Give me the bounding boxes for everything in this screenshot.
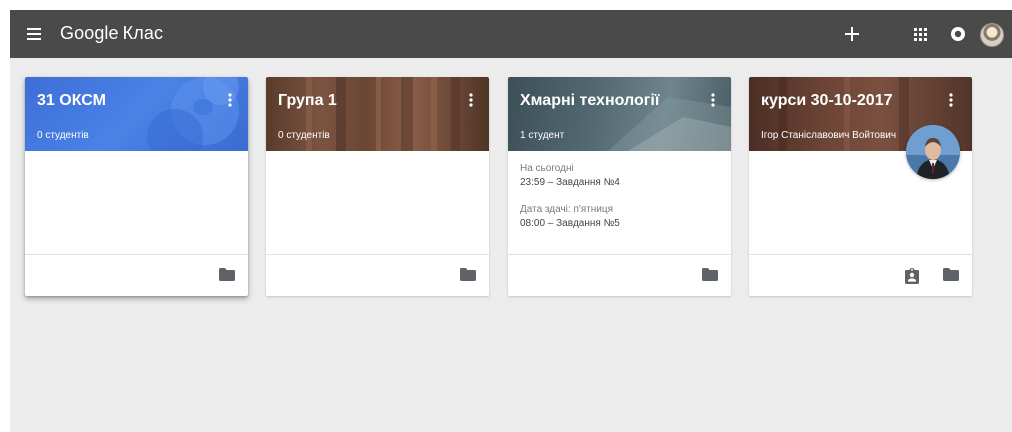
class-folder-button[interactable] xyxy=(219,268,237,284)
class-card-footer xyxy=(508,254,731,296)
more-vert-icon xyxy=(228,93,232,107)
class-card-kursy-30-10-2017: курси 30-10-2017 Ігор Станіславович Войт… xyxy=(749,77,972,296)
menu-icon xyxy=(27,28,41,40)
class-card-footer xyxy=(266,254,489,296)
class-assignments-button[interactable] xyxy=(905,268,923,284)
class-title[interactable]: 31 ОКСМ xyxy=(37,92,106,110)
class-card-grupa-1: Група 1 0 студентів xyxy=(266,77,489,296)
more-vert-icon xyxy=(469,93,473,107)
assignment-ind-icon xyxy=(905,268,919,284)
class-card-header: 31 ОКСМ 0 студентів xyxy=(25,77,248,151)
class-folder-button[interactable] xyxy=(702,268,720,284)
class-student-count: 0 студентів xyxy=(37,130,89,141)
top-app-bar: Google Клас xyxy=(10,10,1012,58)
folder-icon xyxy=(219,268,235,281)
due-assignment-link[interactable]: 23:59 – Завдання №4 xyxy=(520,177,620,188)
notifications-button[interactable] xyxy=(946,22,970,46)
class-card-body xyxy=(25,151,248,254)
folder-icon xyxy=(702,268,718,281)
class-card-body xyxy=(749,151,972,254)
apps-grid-icon xyxy=(913,27,927,41)
class-folder-button[interactable] xyxy=(460,268,478,284)
class-options-button[interactable] xyxy=(942,89,960,111)
class-card-footer xyxy=(749,254,972,296)
class-options-button[interactable] xyxy=(221,89,239,111)
class-folder-button[interactable] xyxy=(943,268,961,284)
app-brand[interactable]: Google Клас xyxy=(60,23,163,44)
folder-icon xyxy=(460,268,476,281)
class-card-body: На сьогодні 23:59 – Завдання №4 Дата зда… xyxy=(508,151,731,254)
due-group-label: На сьогодні xyxy=(520,163,574,174)
class-options-button[interactable] xyxy=(462,89,480,111)
add-class-button[interactable] xyxy=(840,22,864,46)
user-avatar[interactable] xyxy=(980,23,1004,47)
class-card-31-oksm: 31 ОКСМ 0 студентів xyxy=(25,77,248,296)
more-vert-icon xyxy=(711,93,715,107)
more-vert-icon xyxy=(949,93,953,107)
class-card-khmarni-tekhnolohii: Хмарні технології 1 студент На сьогодні … xyxy=(508,77,731,296)
class-card-body xyxy=(266,151,489,254)
class-title[interactable]: курси 30-10-2017 xyxy=(761,92,893,110)
brand-google: Google xyxy=(60,23,119,43)
classroom-window: Google Клас 31 ОКСМ 0 студентів Група 1 … xyxy=(10,10,1012,432)
class-options-button[interactable] xyxy=(704,89,722,111)
brand-product: Клас xyxy=(122,23,164,43)
account-circle-icon xyxy=(951,27,965,41)
due-group-label: Дата здачі: п'ятниця xyxy=(520,204,614,215)
class-card-footer xyxy=(25,254,248,296)
class-student-count: 0 студентів xyxy=(278,130,330,141)
due-assignment-link[interactable]: 08:00 – Завдання №5 xyxy=(520,218,620,229)
class-teacher-name: Ігор Станіславович Войтович xyxy=(761,130,897,141)
add-icon xyxy=(845,27,859,41)
class-title[interactable]: Хмарні технології xyxy=(520,92,659,110)
class-card-header: Група 1 0 студентів xyxy=(266,77,489,151)
apps-button[interactable] xyxy=(908,22,932,46)
menu-button[interactable] xyxy=(22,22,46,46)
class-title[interactable]: Група 1 xyxy=(278,92,337,110)
class-card-header: Хмарні технології 1 студент xyxy=(508,77,731,151)
class-student-count: 1 студент xyxy=(520,130,565,141)
folder-icon xyxy=(943,268,959,281)
